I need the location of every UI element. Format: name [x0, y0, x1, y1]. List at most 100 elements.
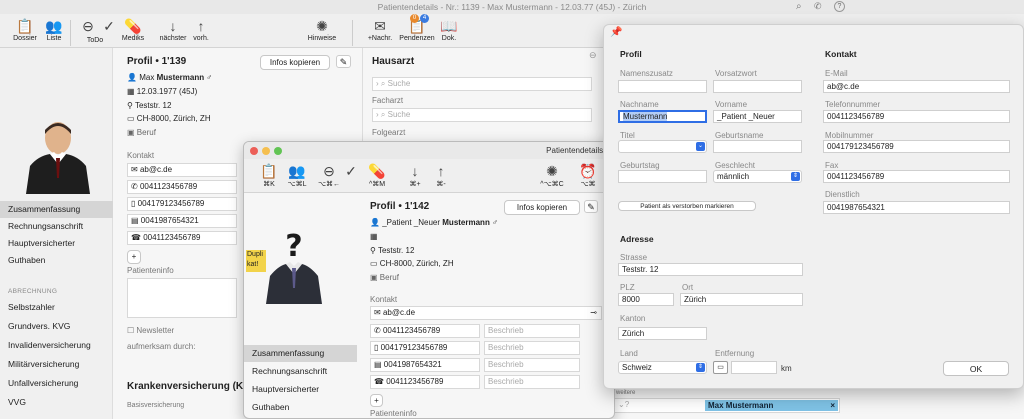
minus-circle-icon[interactable]: ⊖: [589, 50, 597, 61]
sidebar-item-unfallversicherung[interactable]: Unfallversicherung: [0, 375, 113, 392]
vorh-button[interactable]: ↑ vorh.: [190, 17, 212, 42]
email-field[interactable]: ✉ ab@c.de: [127, 163, 237, 177]
sidebar-item-vvg[interactable]: VVG: [0, 394, 113, 411]
nachname-input[interactable]: Mustermann: [618, 110, 707, 123]
assigned-tag[interactable]: Max Mustermann ×: [705, 400, 838, 411]
vorsatzwort-input[interactable]: [713, 80, 802, 93]
fax-field[interactable]: ☎ 0041123456789: [370, 375, 480, 389]
nachricht-button[interactable]: ✉ +Nachr.: [366, 17, 394, 42]
sidebar-item-rechnungsanschrift[interactable]: Rechnungsanschrift: [244, 363, 357, 380]
add-contact-button[interactable]: +: [370, 394, 383, 407]
dok-button[interactable]: 📖 Dok.: [438, 17, 460, 42]
pin-icon[interactable]: 📌: [610, 27, 622, 38]
liste-button[interactable]: 👥 Liste: [42, 17, 66, 42]
minimize-window-button[interactable]: [262, 147, 270, 155]
car-icon[interactable]: ▭: [713, 361, 728, 374]
naechster-button[interactable]: ↓ ⌘+: [404, 162, 426, 188]
phone-beschrieb[interactable]: Beschrieb: [484, 324, 580, 338]
titel-select[interactable]: ⌄: [618, 140, 707, 153]
email-field[interactable]: ✉ ab@c.de ⊸: [370, 306, 602, 320]
plz-input[interactable]: 8000: [618, 293, 674, 306]
todo-button[interactable]: ✓: [342, 162, 360, 180]
patienteninfo-field[interactable]: [127, 278, 237, 318]
hinweise-button[interactable]: ✺ Hinweise: [306, 17, 338, 42]
mediks-button[interactable]: 💊 Mediks: [120, 17, 146, 42]
geschlecht-select[interactable]: männlich ⇕: [713, 170, 802, 183]
dossier-button[interactable]: 📋 ⌘K: [258, 162, 280, 188]
edit-pencil-icon[interactable]: ✎: [584, 200, 598, 213]
newsletter-checkbox[interactable]: ☐ Newsletter: [127, 326, 174, 335]
calendar-row: ▦: [370, 232, 378, 241]
add-contact-button[interactable]: +: [127, 250, 141, 264]
namenszusatz-input[interactable]: [618, 80, 707, 93]
fax-field[interactable]: ☎ 0041123456789: [127, 231, 237, 245]
sidebar-item-guthaben[interactable]: Guthaben: [244, 399, 357, 416]
work-beschrieb[interactable]: Beschrieb: [484, 358, 580, 372]
mobile-field[interactable]: ▯ 004179123456789: [127, 197, 237, 211]
vorname-input[interactable]: _Patient _Neuer: [713, 110, 802, 123]
dienstlich-label: Dienstlich: [825, 190, 860, 199]
close-window-button[interactable]: [250, 147, 258, 155]
alarm-button[interactable]: ⏰ ⌥⌘: [574, 162, 602, 188]
todo-button[interactable]: ✓: [98, 17, 120, 35]
dienstlich-input[interactable]: 0041987654321: [823, 201, 1010, 214]
phone-icon[interactable]: ✆: [814, 1, 822, 12]
vorname-label: Vorname: [715, 100, 748, 109]
ort-label: Ort: [682, 283, 694, 292]
weitere-label: weitere: [616, 390, 636, 396]
hausarzt-title: Hausarzt: [372, 56, 415, 67]
search-icon[interactable]: ⌕: [796, 1, 802, 12]
fax-beschrieb[interactable]: Beschrieb: [484, 375, 580, 389]
facharzt-search[interactable]: › ⌕ Suche: [372, 108, 592, 122]
folgearzt-label: Folgearzt: [372, 128, 406, 137]
sidebar-item-grundvers[interactable]: Grundvers. KVG: [0, 318, 113, 335]
edit-profile-popover: 📌 Profil Kontakt Namenszusatz Vorsatzwor…: [603, 24, 1024, 389]
infos-kopieren-button[interactable]: Infos kopieren: [260, 55, 330, 70]
dossier-button[interactable]: 📋 Dossier: [10, 17, 40, 42]
clipboard-icon: 📋: [16, 18, 34, 34]
fax-input[interactable]: 0041123456789: [823, 170, 1010, 183]
sidebar-item-militaerversicherung[interactable]: Militärversicherung: [0, 356, 113, 373]
email-input[interactable]: ab@c.de: [823, 80, 1010, 93]
phone-field[interactable]: ✆ 0041123456789: [127, 180, 237, 194]
ort-input[interactable]: Zürich: [680, 293, 803, 306]
back-button[interactable]: ⊖: [76, 17, 100, 35]
infos-kopieren-button[interactable]: Infos kopieren: [504, 200, 580, 215]
verstorben-button[interactable]: Patient als verstorben markieren: [618, 201, 756, 211]
geburtsname-input[interactable]: [713, 140, 802, 153]
work-phone-field[interactable]: ▤ 0041987654321: [127, 214, 237, 228]
hausarzt-search[interactable]: › ⌕ Suche: [372, 77, 592, 91]
land-select[interactable]: Schweiz ⇕: [618, 361, 707, 374]
mobil-input[interactable]: 004179123456789: [823, 140, 1010, 153]
ok-button[interactable]: OK: [943, 361, 1009, 376]
work-phone-field[interactable]: ▤ 0041987654321: [370, 358, 480, 372]
kanton-input[interactable]: Zürich: [618, 327, 707, 340]
edit-pencil-icon[interactable]: ✎: [336, 55, 351, 68]
sidebar-item-hauptversicherter[interactable]: Hauptversicherter: [244, 381, 357, 398]
liste-button[interactable]: 👥 ⌥⌘L: [284, 162, 310, 188]
naechster-button[interactable]: ↓ nächster: [156, 17, 190, 42]
help-icon[interactable]: ?: [834, 1, 845, 12]
sidebar-item-rechnungsanschrift[interactable]: Rechnungsanschrift: [0, 218, 113, 235]
hinweise-button[interactable]: ✺ ^⌥⌘C: [536, 162, 568, 188]
phone-field[interactable]: ✆ 0041123456789: [370, 324, 480, 338]
mobile-beschrieb[interactable]: Beschrieb: [484, 341, 580, 355]
pendenzen-button[interactable]: 📋 Pendenzen 0 4: [396, 14, 438, 42]
entfernung-input[interactable]: [731, 361, 777, 374]
sidebar-item-guthaben[interactable]: Guthaben: [0, 252, 113, 269]
sidebar-item-hauptversicherter[interactable]: Hauptversicherter: [0, 235, 113, 252]
mobile-field[interactable]: ▯ 004179123456789: [370, 341, 480, 355]
weitere-field[interactable]: ⌄? Max Mustermann ×: [614, 398, 840, 413]
sidebar-item-selbstzahler[interactable]: Selbstzahler: [0, 299, 113, 316]
sidebar-item-invalidenversicherung[interactable]: Invalidenversicherung: [0, 337, 113, 354]
sidebar-item-zusammenfassung[interactable]: Zusammenfassung: [244, 345, 357, 362]
mediks-button[interactable]: 💊 ^⌘M: [364, 162, 390, 188]
telefon-input[interactable]: 0041123456789: [823, 110, 1010, 123]
zoom-window-button[interactable]: [274, 147, 282, 155]
geburtstag-input[interactable]: [618, 170, 707, 183]
close-icon[interactable]: ×: [830, 400, 835, 411]
sidebar-item-zusammenfassung[interactable]: Zusammenfassung: [0, 201, 113, 218]
strasse-input[interactable]: Teststr. 12: [618, 263, 803, 276]
back-button[interactable]: ⊖ ⌥⌘←: [316, 162, 342, 188]
vorh-button[interactable]: ↑ ⌘-: [430, 162, 452, 188]
